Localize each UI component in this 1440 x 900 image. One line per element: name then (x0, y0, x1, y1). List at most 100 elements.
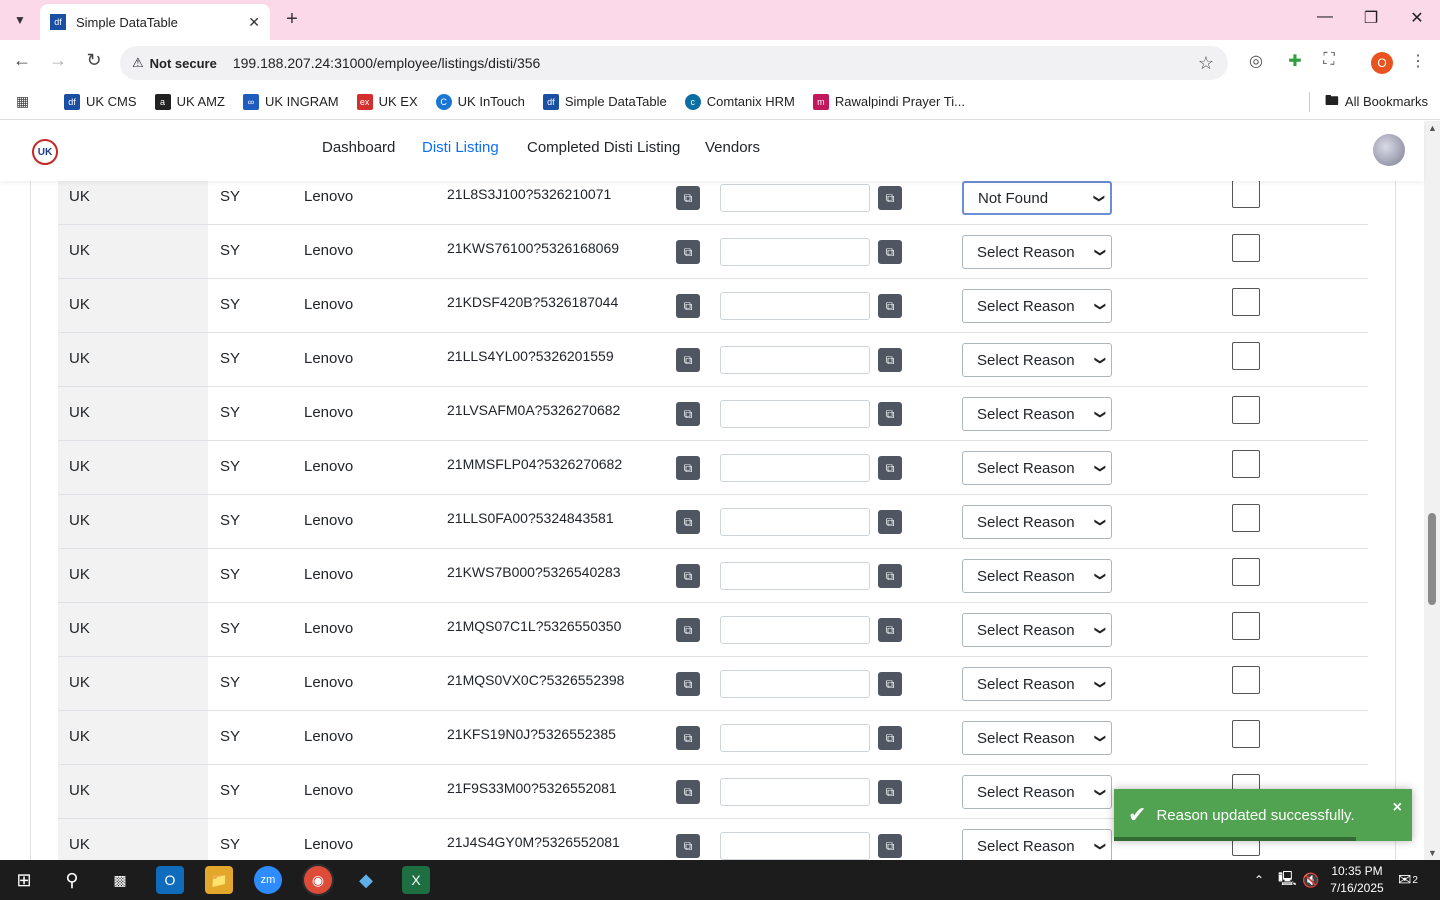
copy-icon[interactable]: ⧉ (676, 186, 700, 210)
new-tab-icon[interactable]: + (282, 8, 302, 32)
url-text[interactable]: 199.188.207.24:31000/employee/listings/d… (233, 55, 540, 71)
row-checkbox[interactable] (1232, 181, 1260, 208)
reason-select[interactable]: Select Reason ❯ (962, 829, 1112, 860)
value-input[interactable] (720, 400, 870, 428)
reason-select[interactable]: Select Reason ❯ (962, 721, 1112, 755)
clock[interactable]: 10:35 PM 7/16/2025 (1322, 863, 1392, 897)
value-input[interactable] (720, 670, 870, 698)
row-checkbox[interactable] (1232, 720, 1260, 748)
toast-close-icon[interactable]: × (1393, 799, 1402, 817)
copy-icon[interactable]: ⧉ (676, 240, 700, 264)
paste-icon[interactable]: ⧉ (878, 564, 902, 588)
row-checkbox[interactable] (1232, 288, 1260, 316)
copy-icon[interactable]: ⧉ (676, 348, 700, 372)
value-input[interactable] (720, 238, 870, 266)
paste-icon[interactable]: ⧉ (878, 834, 902, 858)
reason-select[interactable]: Select Reason ❯ (962, 667, 1112, 701)
bookmark-uk-cms[interactable]: df UK CMS (64, 93, 137, 110)
notification-icon[interactable]: ✉ 2 (1398, 860, 1418, 900)
copy-icon[interactable]: ⧉ (676, 456, 700, 480)
translate-icon[interactable]: ◎ (1244, 51, 1268, 75)
copy-icon[interactable]: ⧉ (676, 834, 700, 858)
warning-icon[interactable]: ⚠ (132, 55, 144, 71)
tray-chevron-icon[interactable]: ⌃ (1254, 860, 1264, 900)
reason-select[interactable]: Select Reason ❯ (962, 559, 1112, 593)
value-input[interactable] (720, 562, 870, 590)
paste-icon[interactable]: ⧉ (878, 726, 902, 750)
copy-icon[interactable]: ⧉ (676, 564, 700, 588)
app-diamond-icon[interactable]: ◆ (352, 866, 380, 894)
page-scrollbar[interactable]: ▲ ▼ (1424, 121, 1440, 860)
row-checkbox[interactable] (1232, 234, 1260, 262)
paste-icon[interactable]: ⧉ (878, 618, 902, 642)
nav-dashboard[interactable]: Dashboard (322, 139, 395, 156)
paste-icon[interactable]: ⧉ (878, 456, 902, 480)
search-icon[interactable]: ⚲ (58, 866, 86, 894)
minimize-icon[interactable]: — (1310, 8, 1340, 26)
tab-search-icon[interactable]: ▼ (8, 8, 32, 32)
paste-icon[interactable]: ⧉ (878, 402, 902, 426)
reason-select[interactable]: Select Reason ❯ (962, 289, 1112, 323)
reason-select[interactable]: Select Reason ❯ (962, 397, 1112, 431)
reason-select[interactable]: Select Reason ❯ (962, 775, 1112, 809)
uk-logo[interactable]: UK (32, 139, 58, 165)
bookmark-rawalpindi-prayer[interactable]: m Rawalpindi Prayer Ti... (812, 93, 965, 110)
back-icon[interactable]: ← (10, 50, 34, 71)
value-input[interactable] (720, 346, 870, 374)
reason-select[interactable]: Select Reason ❯ (962, 235, 1112, 269)
bookmark-simple-datatable[interactable]: df Simple DataTable (542, 93, 667, 110)
row-checkbox[interactable] (1232, 396, 1260, 424)
paste-icon[interactable]: ⧉ (878, 348, 902, 372)
reason-select[interactable]: Select Reason ❯ (962, 613, 1112, 647)
reason-select[interactable]: Select Reason ❯ (962, 451, 1112, 485)
row-checkbox[interactable] (1232, 504, 1260, 532)
reload-icon[interactable]: ↻ (82, 50, 106, 71)
outlook-icon[interactable]: O (156, 866, 184, 894)
paste-icon[interactable]: ⧉ (878, 510, 902, 534)
value-input[interactable] (720, 616, 870, 644)
reason-select[interactable]: Not Found ❯ (962, 181, 1112, 215)
browser-tab[interactable]: df Simple DataTable ✕ (40, 4, 270, 40)
paste-icon[interactable]: ⧉ (878, 672, 902, 696)
row-checkbox[interactable] (1232, 558, 1260, 586)
value-input[interactable] (720, 184, 870, 212)
row-checkbox[interactable] (1232, 450, 1260, 478)
row-checkbox[interactable] (1232, 612, 1260, 640)
copy-icon[interactable]: ⧉ (676, 726, 700, 750)
bookmark-uk-ingram[interactable]: ∞ UK INGRAM (242, 93, 339, 110)
value-input[interactable] (720, 832, 870, 860)
extensions-icon[interactable]: ⛶ (1317, 51, 1341, 75)
reason-select[interactable]: Select Reason ❯ (962, 343, 1112, 377)
all-bookmarks[interactable]: 🖿 All Bookmarks (1325, 90, 1428, 114)
copy-icon[interactable]: ⧉ (676, 780, 700, 804)
copy-icon[interactable]: ⧉ (676, 618, 700, 642)
row-checkbox[interactable] (1232, 342, 1260, 370)
nav-vendors[interactable]: Vendors (705, 139, 760, 156)
scroll-down-icon[interactable]: ▼ (1428, 848, 1437, 858)
menu-icon[interactable]: ⋮ (1406, 51, 1430, 75)
scroll-up-icon[interactable]: ▲ (1428, 123, 1437, 133)
bookmark-uk-amz[interactable]: a UK AMZ (154, 93, 225, 110)
network-icon[interactable]: 🖳 (1278, 860, 1297, 900)
window-close-icon[interactable]: ✕ (1402, 8, 1432, 28)
address-bar[interactable]: ⚠ Not secure 199.188.207.24:31000/employ… (120, 46, 1228, 80)
paste-icon[interactable]: ⧉ (878, 186, 902, 210)
copy-icon[interactable]: ⧉ (676, 672, 700, 696)
value-input[interactable] (720, 454, 870, 482)
excel-icon[interactable]: X (402, 866, 430, 894)
profile-avatar[interactable]: O (1371, 52, 1393, 74)
paste-icon[interactable]: ⧉ (878, 240, 902, 264)
bookmark-uk-ex[interactable]: ex UK EX (356, 93, 418, 110)
paste-icon[interactable]: ⧉ (878, 780, 902, 804)
volume-muted-icon[interactable]: 🔇 (1302, 860, 1319, 900)
zoom-icon[interactable]: zm (254, 866, 282, 894)
user-avatar[interactable] (1373, 134, 1405, 166)
reason-select[interactable]: Select Reason ❯ (962, 505, 1112, 539)
value-input[interactable] (720, 778, 870, 806)
bookmark-star-icon[interactable]: ☆ (1198, 53, 1214, 74)
row-checkbox[interactable] (1232, 666, 1260, 694)
copy-icon[interactable]: ⧉ (676, 294, 700, 318)
copy-icon[interactable]: ⧉ (676, 510, 700, 534)
paste-icon[interactable]: ⧉ (878, 294, 902, 318)
file-explorer-icon[interactable]: 📁 (205, 866, 233, 894)
